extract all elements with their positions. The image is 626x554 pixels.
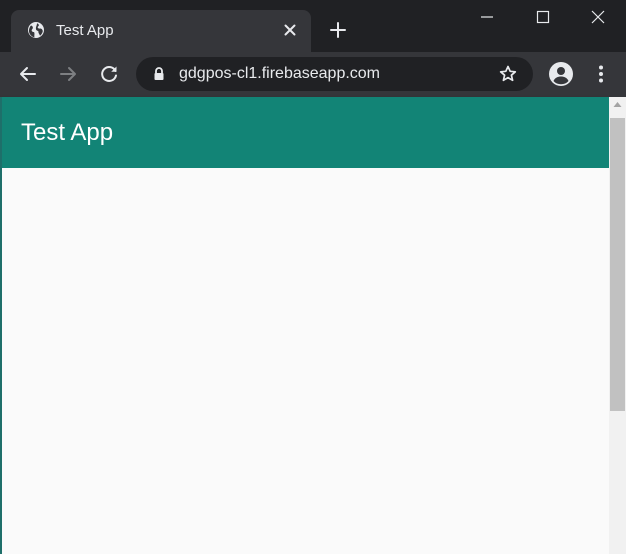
minimize-button[interactable] bbox=[459, 0, 515, 34]
more-menu-button[interactable] bbox=[589, 62, 613, 86]
scroll-up-button[interactable] bbox=[609, 97, 626, 114]
app-title: Test App bbox=[21, 119, 114, 146]
browser-window: Test App gdgpos-cl1.firebaseapp.com Test… bbox=[0, 0, 626, 554]
page-viewport: Test App bbox=[0, 97, 626, 554]
close-icon[interactable] bbox=[281, 21, 299, 39]
url-text[interactable]: gdgpos-cl1.firebaseapp.com bbox=[179, 65, 380, 83]
triangle-up-icon bbox=[613, 102, 622, 107]
maximize-button[interactable] bbox=[515, 0, 571, 34]
reload-button[interactable] bbox=[97, 62, 121, 86]
kebab-menu-icon bbox=[599, 65, 603, 83]
account-icon bbox=[549, 62, 573, 86]
address-bar[interactable]: gdgpos-cl1.firebaseapp.com bbox=[136, 57, 533, 91]
window-close-button[interactable] bbox=[570, 0, 626, 34]
arrow-left-icon bbox=[20, 67, 36, 81]
app-content bbox=[0, 168, 609, 554]
vertical-scrollbar[interactable] bbox=[609, 97, 626, 554]
browser-tab[interactable]: Test App bbox=[11, 10, 311, 52]
new-tab-button[interactable] bbox=[326, 18, 350, 42]
profile-button[interactable] bbox=[548, 61, 574, 87]
lock-icon[interactable] bbox=[151, 66, 167, 82]
app-toolbar: Test App bbox=[0, 97, 609, 168]
arrow-right-icon bbox=[60, 67, 76, 81]
tab-strip: Test App bbox=[0, 0, 626, 52]
tab-title: Test App bbox=[56, 22, 114, 39]
forward-button[interactable] bbox=[56, 62, 80, 86]
globe-icon bbox=[27, 21, 45, 39]
scrollbar-thumb[interactable] bbox=[610, 118, 625, 411]
reload-icon bbox=[101, 66, 117, 82]
star-icon[interactable] bbox=[498, 64, 518, 84]
window-edge bbox=[0, 97, 2, 554]
browser-toolbar: gdgpos-cl1.firebaseapp.com bbox=[0, 52, 626, 97]
back-button[interactable] bbox=[16, 62, 40, 86]
